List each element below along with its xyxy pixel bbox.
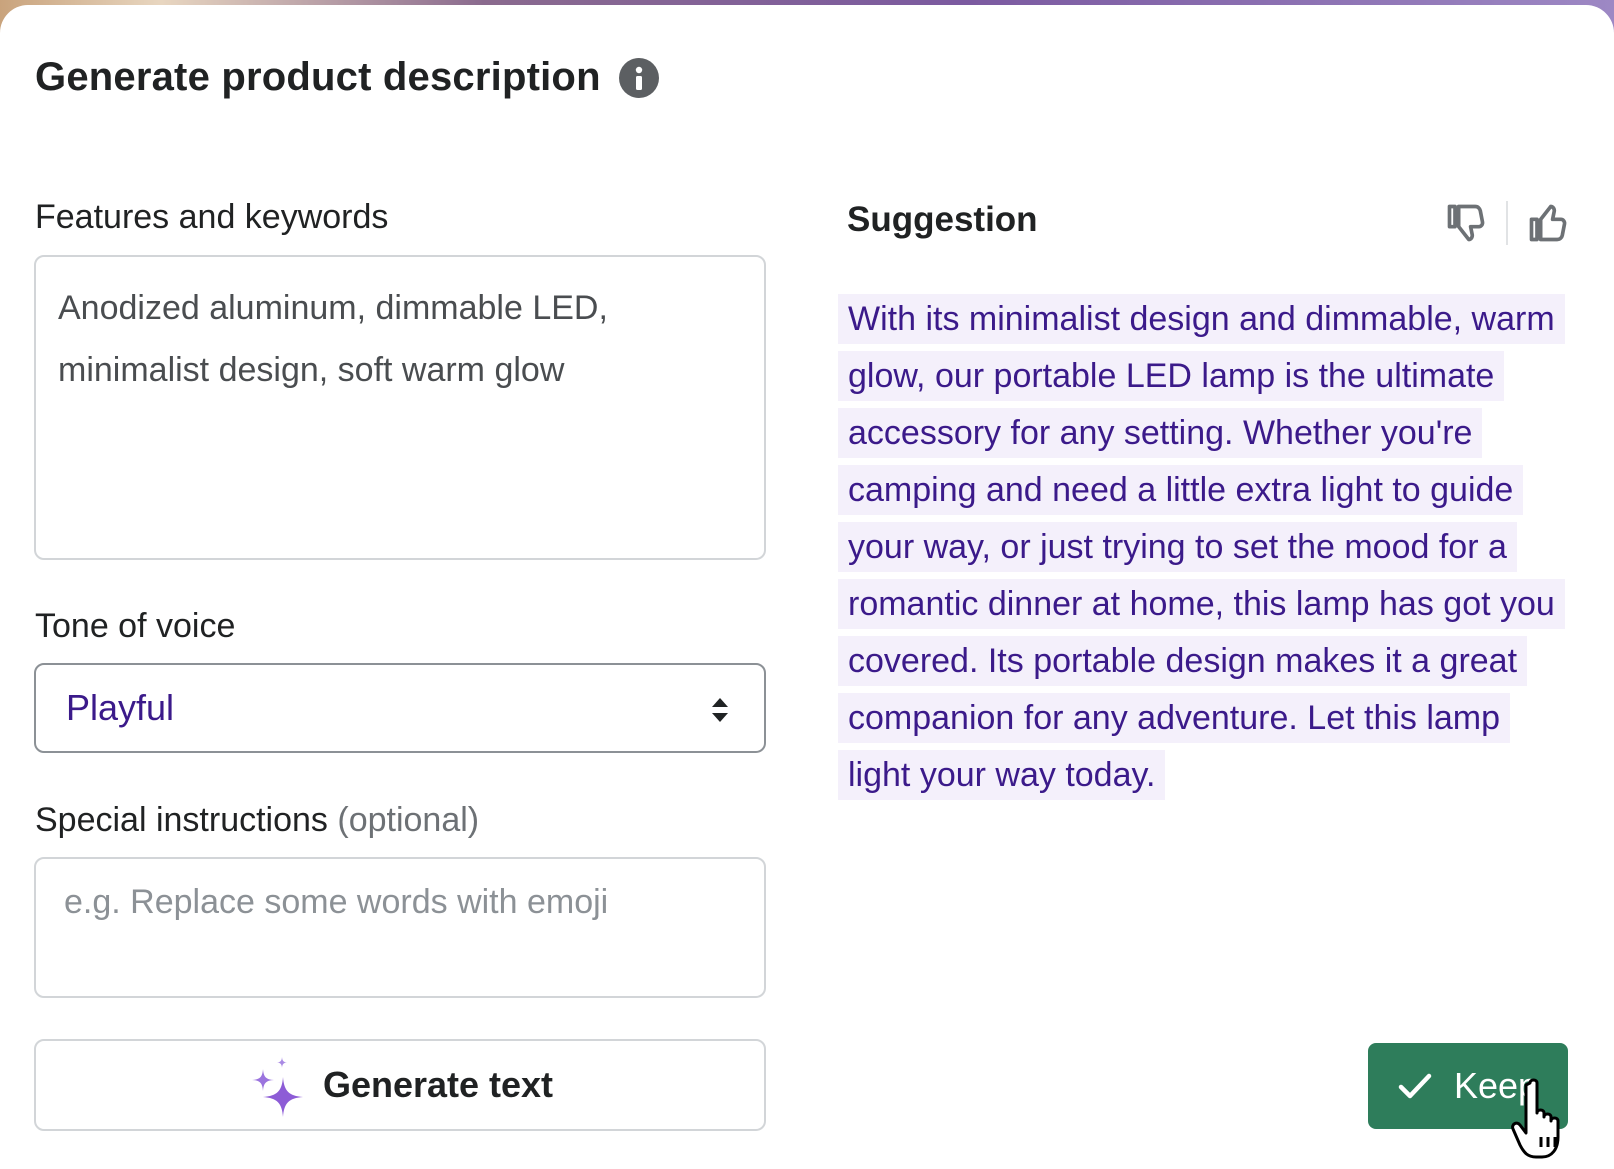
suggestion-text: With its minimalist design and dimmable,…: [838, 291, 1568, 804]
features-textarea[interactable]: Anodized aluminum, dimmable LED, minimal…: [34, 255, 766, 560]
generate-text-button[interactable]: Generate text: [34, 1039, 766, 1131]
thumbs-down-button[interactable]: [1440, 197, 1492, 249]
thumbs-up-button[interactable]: [1522, 197, 1574, 249]
generate-text-label: Generate text: [322, 1064, 554, 1105]
tone-label: Tone of voice: [35, 607, 236, 645]
checkmark-icon: [1398, 1073, 1432, 1099]
suggestion-body: With its minimalist design and dimmable,…: [838, 294, 1565, 800]
features-label: Features and keywords: [35, 198, 389, 236]
modal-title: Generate product description: [35, 55, 601, 99]
tone-selected-value: Playful: [66, 687, 175, 728]
special-instructions-input[interactable]: e.g. Replace some words with emoji: [34, 857, 766, 998]
thumbs-down-icon: [1447, 204, 1485, 242]
special-instructions-label: Special instructions (optional): [35, 801, 479, 840]
select-arrows-icon: [712, 698, 728, 722]
feedback-divider: [1506, 201, 1508, 245]
thumbs-up-icon: [1529, 204, 1567, 242]
info-icon[interactable]: [618, 57, 659, 98]
sparkles-icon: [251, 1057, 303, 1117]
modal-header: Generate product description: [35, 55, 659, 100]
suggestion-label: Suggestion: [847, 200, 1038, 239]
optional-hint: (optional): [337, 801, 480, 839]
generate-description-modal: Generate product description Features an…: [0, 5, 1614, 1169]
tone-select[interactable]: Playful: [34, 663, 766, 753]
special-label-text: Special instructions: [35, 801, 328, 839]
feedback-controls: [1440, 197, 1574, 249]
hand-pointer-cursor-icon: [1511, 1078, 1560, 1159]
